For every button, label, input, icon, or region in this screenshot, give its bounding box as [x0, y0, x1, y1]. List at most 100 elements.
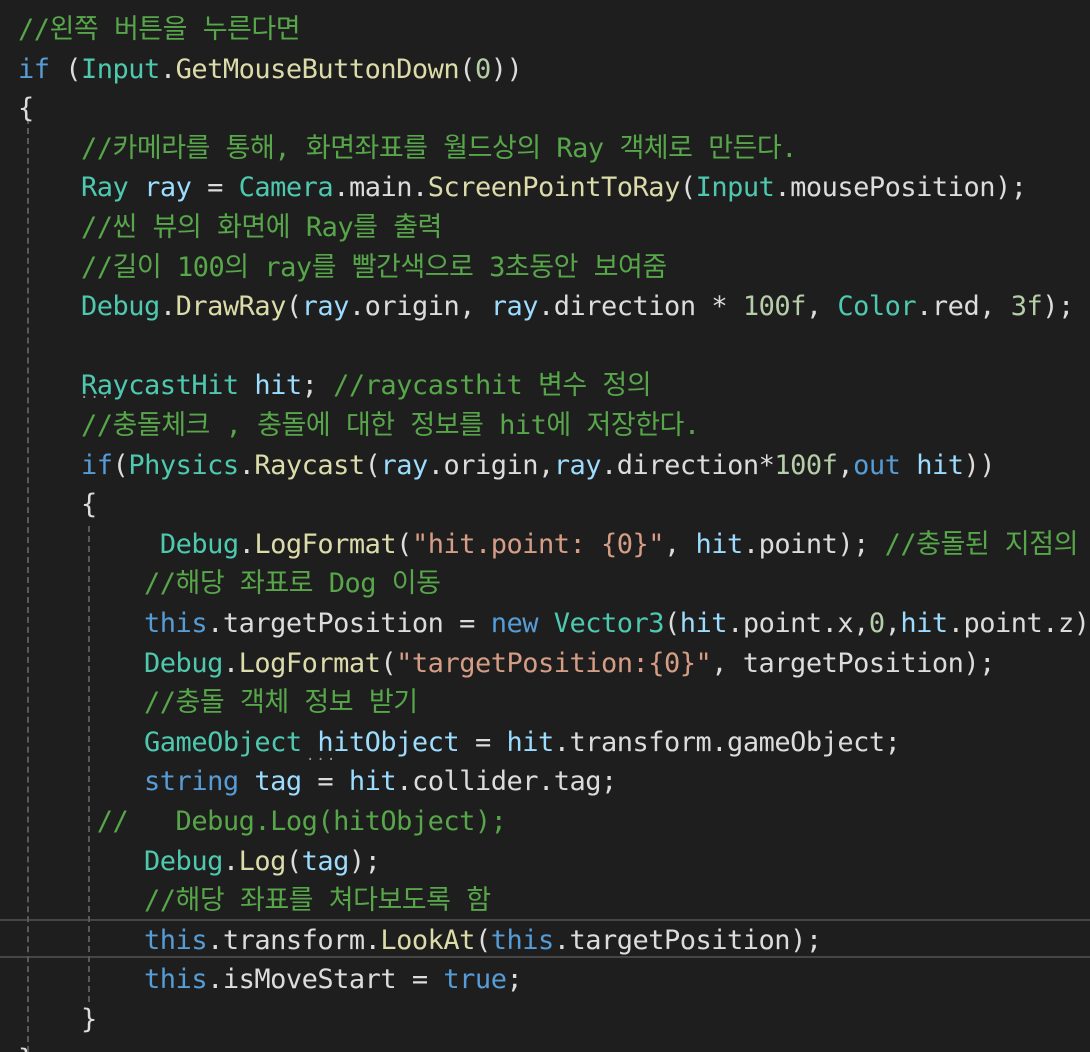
code-line[interactable]: //길이 100의 ray를 빨간색으로 3초동안 보여줌	[18, 248, 667, 288]
code-token: .	[159, 291, 176, 323]
code-token: this	[144, 608, 208, 639]
code-token: new	[490, 608, 539, 639]
code-line[interactable]: Debug.LogFormat("hit.point: {0}", hit.po…	[18, 525, 1079, 565]
code-token: ))	[490, 53, 523, 85]
code-token: ;	[301, 370, 334, 402]
code-token: this	[144, 924, 208, 956]
code-token: (	[474, 924, 491, 956]
code-editor[interactable]: //왼쪽 버튼을 누른다면 if (Input.GetMouseButtonDow…	[0, 0, 1090, 1052]
code-line[interactable]: this.transform.LookAt(this.targetPositio…	[18, 921, 822, 961]
code-line[interactable]: //해당 좌표로 Dog 이동	[18, 564, 441, 604]
code-token: .point.z);	[947, 608, 1090, 639]
code-token: //해당 좌표를 쳐다보도록 함	[144, 885, 491, 917]
code-token: // Debug.Log(hitObject);	[96, 806, 507, 837]
code-line[interactable]: }	[18, 1000, 97, 1040]
code-line[interactable]: Debug.DrawRay(ray.origin, ray.direction …	[18, 287, 1074, 327]
code-line[interactable]: RaycastHit hit; //raycasthit 변수 정의	[18, 366, 652, 406]
suggestion-dots-raycasthit[interactable]: ···	[80, 390, 111, 406]
code-token: GetMouseButtonDown	[175, 53, 460, 85]
code-token: ,	[837, 449, 854, 481]
code-token: Log	[238, 845, 287, 877]
code-token: Raycast	[254, 449, 365, 481]
code-token: .direction*	[601, 449, 775, 481]
code-token: .origin,	[427, 449, 555, 481]
code-token: tag	[254, 766, 302, 798]
code-line[interactable]: // Debug.Log(hitObject);	[18, 802, 507, 842]
code-token: //충돌 객체 정보 받기	[144, 687, 418, 719]
code-line[interactable]: //충돌 객체 정보 받기	[18, 683, 418, 723]
code-token: if	[81, 449, 113, 481]
code-token: =	[301, 766, 349, 798]
code-token: //카메라를 통해, 화면좌표를 월드상의 Ray 객체로 만든다.	[81, 132, 797, 164]
code-line[interactable]: {	[18, 485, 97, 525]
code-token: ray	[301, 291, 350, 323]
code-token: .mousePosition);	[774, 172, 1027, 204]
code-token: Physics	[128, 449, 239, 481]
code-token: ,	[805, 291, 838, 323]
code-token: 100f	[774, 449, 838, 481]
code-line[interactable]: Debug.Log(tag);	[18, 842, 381, 882]
code-token: .collider.tag;	[396, 766, 617, 798]
code-token: Input	[695, 172, 775, 204]
code-token: .transform.	[207, 924, 381, 956]
code-token: Debug	[159, 528, 239, 560]
code-token: .	[222, 647, 239, 679]
code-line[interactable]: //왼쪽 버튼을 누른다면	[18, 10, 301, 50]
code-token: LogFormat	[238, 647, 381, 679]
code-token: .point.x,	[727, 608, 869, 639]
code-line[interactable]: string tag = hit.collider.tag;	[18, 762, 617, 802]
suggestion-dots-hitobject[interactable]: ···	[306, 752, 337, 768]
code-line[interactable]: //씬 뷰의 화면에 Ray를 출력	[18, 208, 442, 248]
code-token: tag	[301, 845, 350, 877]
code-token: .red,	[916, 291, 1011, 323]
code-token: //씬 뷰의 화면에 Ray를 출력	[81, 212, 442, 243]
code-token: //해당 좌표로 Dog 이동	[144, 568, 441, 600]
code-token: ray	[144, 172, 192, 204]
code-token: .isMoveStart =	[207, 964, 444, 996]
code-token: =	[191, 172, 239, 204]
code-line[interactable]: //해당 좌표를 쳐다보도록 함	[18, 881, 491, 921]
code-line[interactable]: Debug.LogFormat("targetPosition:{0}", ta…	[18, 644, 995, 684]
code-token: hit	[506, 726, 554, 758]
code-token: (	[364, 449, 381, 481]
code-token: .	[222, 845, 239, 877]
code-token: hitObject	[317, 726, 460, 758]
code-line[interactable]: }	[18, 1040, 34, 1052]
code-line[interactable]: GameObject hitObject = hit.transform.gam…	[18, 723, 901, 763]
code-token: LookAt	[380, 924, 475, 956]
code-token: //길이 100의 ray를 빨간색으로 3초동안 보여줌	[81, 251, 667, 283]
code-token: .targetPosition);	[553, 924, 822, 956]
code-line[interactable]: if (Input.GetMouseButtonDown(0))	[18, 50, 523, 90]
code-line[interactable]: {	[18, 89, 34, 129]
code-token: ScreenPointToRay	[427, 172, 681, 204]
code-token: hit	[695, 528, 744, 560]
code-token: hit	[916, 449, 964, 481]
code-token: true	[443, 964, 507, 996]
code-token: .targetPosition =	[207, 608, 491, 639]
code-token: GameObject	[144, 726, 302, 758]
code-line[interactable]: //카메라를 통해, 화면좌표를 월드상의 Ray 객체로 만든다.	[18, 129, 797, 169]
code-token: Vector3	[553, 608, 665, 639]
code-token: .point);	[742, 528, 885, 560]
code-line[interactable]: //충돌체크 , 충돌에 대한 정보를 hit에 저장한다.	[18, 406, 700, 446]
code-line[interactable]: this.isMoveStart = true;	[18, 960, 523, 1000]
code-token: ray	[490, 291, 539, 323]
code-line[interactable]: if(Physics.Raycast(ray.origin,ray.direct…	[18, 446, 995, 486]
code-token: Debug	[144, 647, 223, 679]
code-line[interactable]: Ray ray = Camera.main.ScreenPointToRay(I…	[18, 168, 1027, 208]
code-token: Color	[837, 291, 917, 323]
code-line[interactable]: this.targetPosition = new Vector3(hit.po…	[18, 604, 1090, 644]
code-token: .origin,	[348, 291, 491, 323]
